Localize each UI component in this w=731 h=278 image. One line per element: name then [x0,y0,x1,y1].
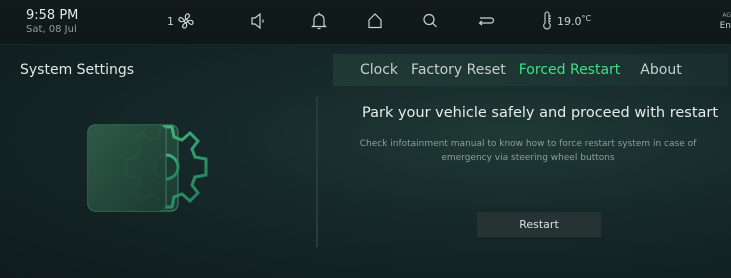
status-time: 9:58 PM [26,8,79,23]
tab-about[interactable]: About [640,62,681,78]
tab-forced-restart[interactable]: Forced Restart [519,62,621,78]
back-icon[interactable] [477,9,495,33]
page-title: System Settings [20,62,135,78]
status-clock: 9:58 PM Sat, 08 Jul [26,8,78,36]
bell-icon[interactable] [310,9,328,33]
status-date: Sat, 08 Jul [26,24,77,35]
restart-button[interactable]: Restart [477,211,601,237]
home-icon[interactable] [366,9,384,33]
settings-panel: System Settings Clock Factory Reset Forc… [0,45,731,278]
fan-speed-value: 1 [167,14,174,28]
temperature-value: 19.0 [557,14,582,28]
restart-gear-icon [80,115,220,229]
vertical-divider [316,97,318,247]
thermometer-icon [541,11,553,31]
search-icon[interactable] [421,9,439,33]
settings-tabs: Clock Factory Reset Forced Restart About [333,54,728,86]
restart-description: Check infotainment manual to know how to… [359,139,697,163]
language-short: AG [722,12,731,19]
temperature-unit: °C [581,14,592,23]
language-label: En [719,21,731,31]
restart-heading: Park your vehicle safely and proceed wit… [362,105,719,121]
tab-factory-reset[interactable]: Factory Reset [411,62,506,78]
climate-temperature[interactable]: 19.0 °C [541,9,591,33]
language-indicator[interactable]: AG En [720,11,731,31]
fan-icon [176,11,196,31]
tab-clock[interactable]: Clock [360,62,398,78]
fan-control[interactable]: 1 [167,9,196,33]
speaker-icon[interactable] [250,9,268,33]
status-bar: 9:58 PM Sat, 08 Jul 1 19.0 °C AG En [0,0,731,45]
